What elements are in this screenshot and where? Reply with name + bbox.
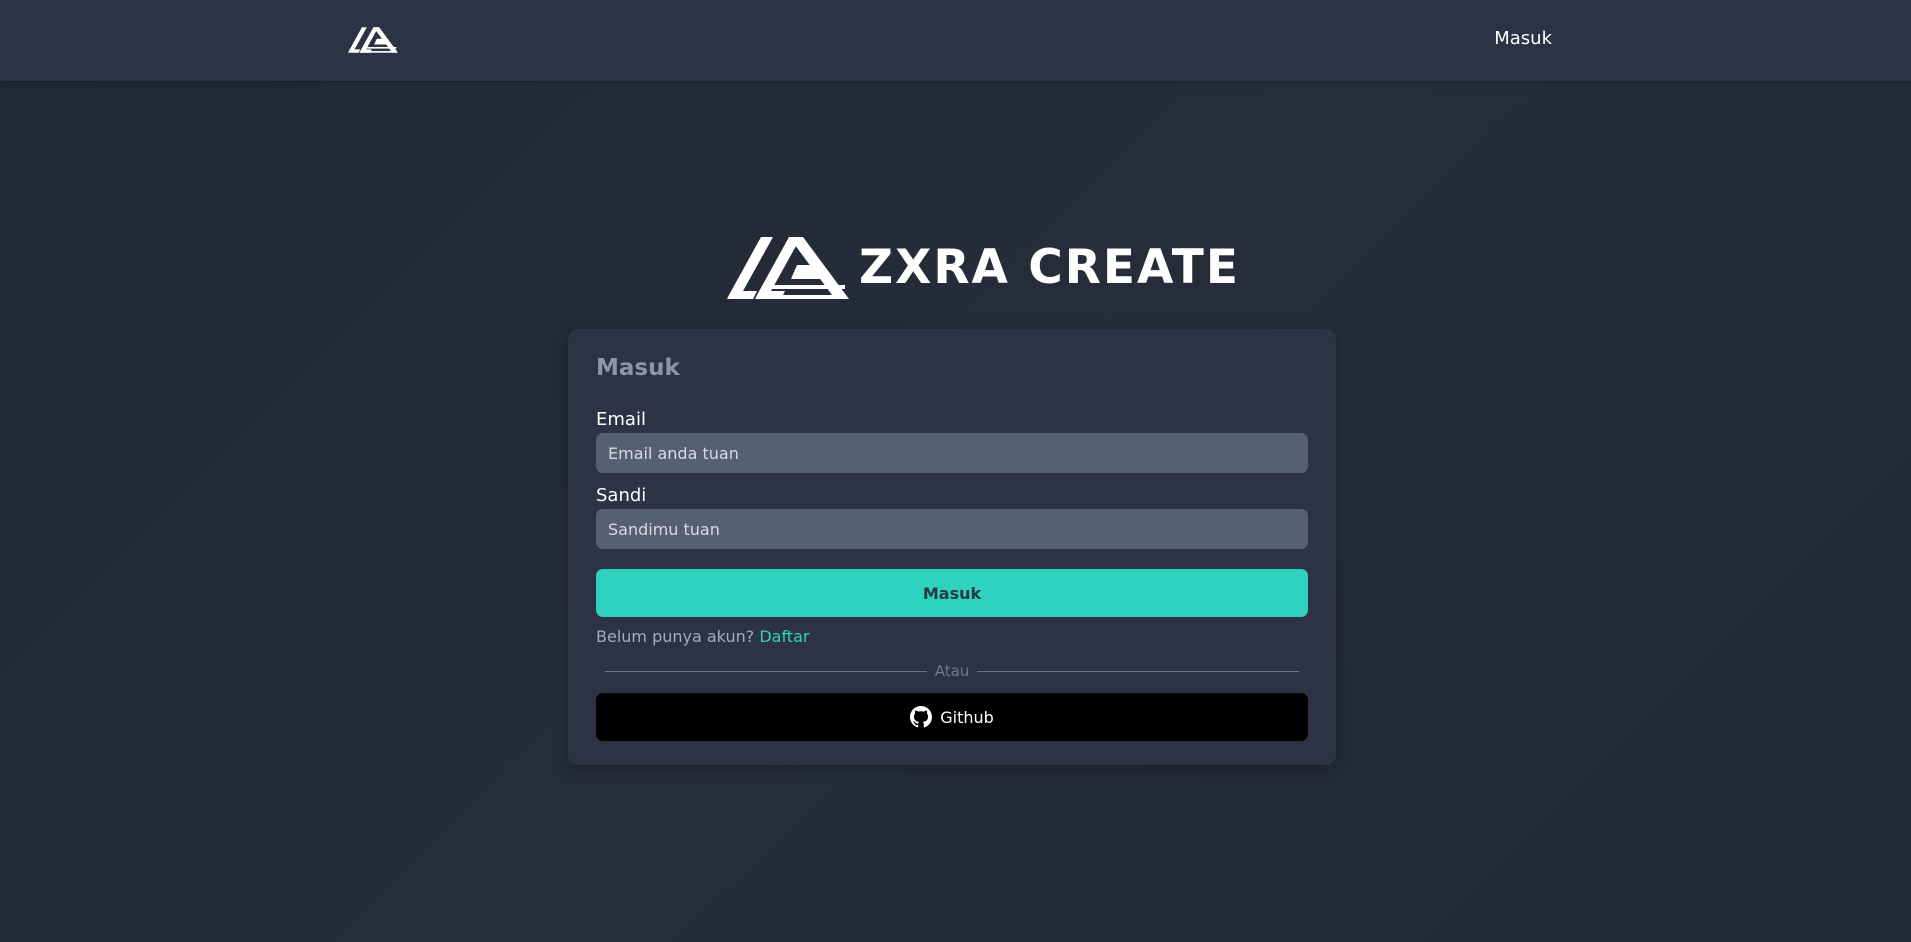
zxra-logo-icon[interactable] [348, 25, 398, 55]
email-label: Email [596, 409, 646, 430]
login-button[interactable]: Masuk [596, 569, 1308, 617]
password-label: Sandi [596, 485, 647, 506]
register-prompt-text: Belum punya akun? [596, 627, 755, 646]
login-title: Masuk [596, 355, 680, 381]
login-card: Masuk Email Sandi Masuk Belum punya akun… [568, 329, 1336, 765]
divider-text: Atau [934, 662, 970, 680]
github-login-button[interactable]: Github [596, 693, 1308, 741]
nav-login-link[interactable]: Masuk [1494, 28, 1552, 49]
brand-name: ZXRA CREATE [859, 240, 1240, 295]
brand-logo: ZXRA CREATE [727, 235, 1240, 301]
divider-line-right [977, 670, 1300, 672]
divider-line-left [605, 670, 927, 672]
zxra-logo-icon [727, 237, 849, 299]
email-input[interactable] [596, 433, 1308, 473]
navbar: Masuk [0, 0, 1911, 81]
register-link[interactable]: Daftar [759, 627, 809, 646]
divider: Atau [605, 661, 1300, 681]
register-prompt: Belum punya akun? Daftar [596, 627, 809, 646]
github-icon [910, 706, 933, 728]
password-input[interactable] [596, 509, 1308, 549]
github-button-label: Github [940, 707, 994, 727]
